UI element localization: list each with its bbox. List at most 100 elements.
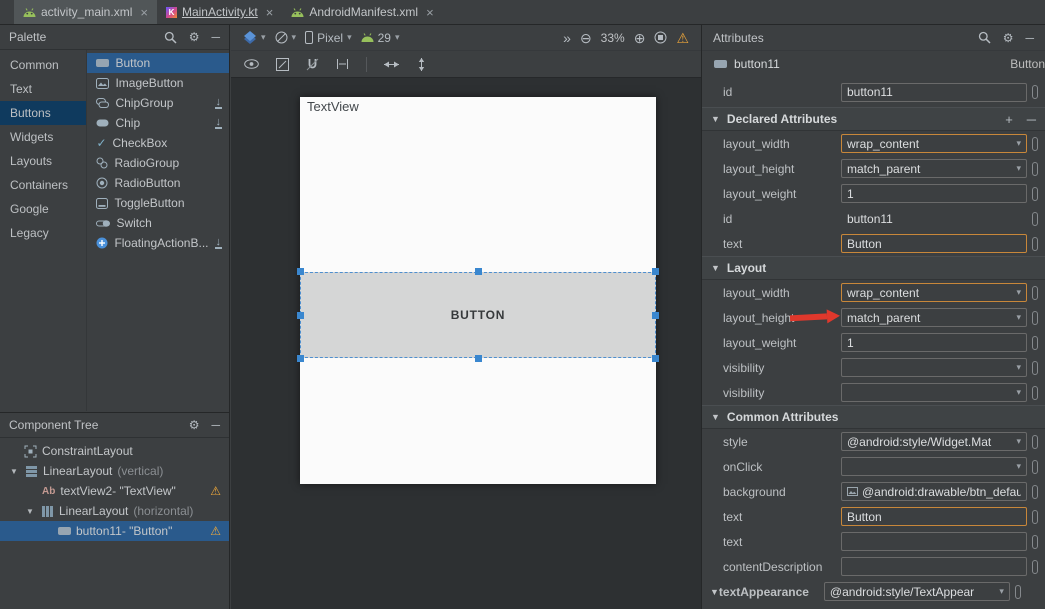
search-icon[interactable] <box>164 31 177 44</box>
content-description-input[interactable] <box>841 557 1027 576</box>
pick-resource-button[interactable] <box>1032 435 1038 449</box>
warnings-button[interactable]: ⚠ <box>676 31 689 45</box>
category-containers[interactable]: Containers <box>0 173 86 197</box>
section-declared-attributes[interactable]: ▼ Declared Attributes + ─ <box>702 107 1045 131</box>
category-common[interactable]: Common <box>0 53 86 77</box>
category-google[interactable]: Google <box>0 197 86 221</box>
minimize-icon[interactable]: ─ <box>1025 32 1034 44</box>
visibility-dropdown[interactable]: ▾ <box>841 358 1027 377</box>
text-input[interactable]: Button <box>841 507 1027 526</box>
section-layout[interactable]: ▼ Layout <box>702 256 1045 280</box>
tab-androidmanifest-xml[interactable]: AndroidManifest.xml × <box>282 0 442 24</box>
selection-handle[interactable] <box>652 312 659 319</box>
palette-item-button[interactable]: Button <box>87 53 229 73</box>
pick-resource-button[interactable] <box>1032 85 1038 99</box>
tree-item-button11[interactable]: button11- "Button" ⚠ <box>0 521 229 541</box>
section-expand-icon[interactable]: ▼ <box>710 587 719 597</box>
text-input[interactable]: Button <box>841 234 1027 253</box>
category-widgets[interactable]: Widgets <box>0 125 86 149</box>
gear-icon[interactable]: ⚙ <box>189 31 200 43</box>
layout-width-dropdown[interactable]: wrap_content ▾ <box>841 134 1027 153</box>
toolbar-overflow-icon[interactable]: » <box>563 31 571 45</box>
palette-item-imagebutton[interactable]: ImageButton <box>87 73 229 93</box>
category-buttons[interactable]: Buttons <box>0 101 86 125</box>
pick-resource-button[interactable] <box>1032 336 1038 350</box>
add-attribute-button[interactable]: + <box>1005 112 1013 127</box>
background-input[interactable]: @android:drawable/btn_defau <box>841 482 1027 501</box>
pick-resource-button[interactable] <box>1032 162 1038 176</box>
pick-resource-button[interactable] <box>1032 510 1038 524</box>
selection-handle[interactable] <box>297 355 304 362</box>
selection-handle[interactable] <box>475 355 482 362</box>
selection-handle[interactable] <box>297 268 304 275</box>
layout-weight-input[interactable]: 1 <box>841 184 1027 203</box>
pick-resource-button[interactable] <box>1032 237 1038 251</box>
default-margins-icon[interactable] <box>336 58 349 70</box>
close-icon[interactable]: × <box>266 6 274 19</box>
autoconnect-magnet-icon[interactable] <box>306 58 319 71</box>
section-common-attributes[interactable]: ▼ Common Attributes <box>702 405 1045 429</box>
textview-widget[interactable]: TextView <box>307 99 359 114</box>
palette-item-checkbox[interactable]: ✓ CheckBox <box>87 133 229 153</box>
pick-resource-button[interactable] <box>1032 212 1038 226</box>
palette-item-chipgroup[interactable]: ChipGroup ↓ <box>87 93 229 113</box>
minimize-icon[interactable]: ─ <box>211 419 220 431</box>
pick-resource-button[interactable] <box>1032 485 1038 499</box>
pick-resource-button[interactable] <box>1032 137 1038 151</box>
design-surface-selector[interactable]: ▾ <box>243 31 266 44</box>
close-icon[interactable]: × <box>426 6 434 19</box>
tree-item-textview2[interactable]: Ab textView2- "TextView" ⚠ <box>0 481 229 501</box>
style-dropdown[interactable]: @android:style/Widget.Mat ▾ <box>841 432 1027 451</box>
layout-height-dropdown[interactable]: match_parent ▾ <box>841 159 1027 178</box>
selection-handle[interactable] <box>652 355 659 362</box>
tools-text-input[interactable] <box>841 532 1027 551</box>
orientation-selector[interactable]: ▾ <box>275 31 297 44</box>
search-icon[interactable] <box>978 31 991 44</box>
id-value[interactable]: button11 <box>841 209 1027 228</box>
palette-item-radiogroup[interactable]: RadioGroup <box>87 153 229 173</box>
selection-handle[interactable] <box>475 268 482 275</box>
palette-item-floatingactionbutton[interactable]: FloatingActionB... ↓ <box>87 233 229 253</box>
zoom-out-button[interactable]: ⊖ <box>580 31 592 45</box>
pick-resource-button[interactable] <box>1032 386 1038 400</box>
textappearance-dropdown[interactable]: @android:style/TextAppear ▾ <box>824 582 1010 601</box>
pick-resource-button[interactable] <box>1032 361 1038 375</box>
pick-resource-button[interactable] <box>1032 311 1038 325</box>
view-options-eye-icon[interactable] <box>244 59 259 69</box>
onclick-dropdown[interactable]: ▾ <box>841 457 1027 476</box>
id-input[interactable]: button11 <box>841 83 1027 102</box>
warning-icon[interactable]: ⚠ <box>210 485 221 497</box>
gear-icon[interactable]: ⚙ <box>189 419 200 431</box>
layout-height-dropdown[interactable]: match_parent ▾ <box>841 308 1027 327</box>
tree-item-linearlayout-horizontal[interactable]: ▼ LinearLayout (horizontal) <box>0 501 229 521</box>
pick-resource-button[interactable] <box>1032 460 1038 474</box>
chevron-down-icon[interactable]: ▼ <box>26 507 36 516</box>
palette-item-switch[interactable]: Switch <box>87 213 229 233</box>
tab-activity-main-xml[interactable]: activity_main.xml × <box>14 0 157 24</box>
clear-constraints-icon[interactable] <box>276 58 289 71</box>
section-expand-icon[interactable]: ▼ <box>711 114 720 124</box>
layout-width-dropdown[interactable]: wrap_content ▾ <box>841 283 1027 302</box>
pick-resource-button[interactable] <box>1032 286 1038 300</box>
palette-item-chip[interactable]: Chip ↓ <box>87 113 229 133</box>
category-layouts[interactable]: Layouts <box>0 149 86 173</box>
device-selector[interactable]: Pixel ▾ <box>305 31 352 45</box>
palette-item-radiobutton[interactable]: RadioButton <box>87 173 229 193</box>
pick-resource-button[interactable] <box>1015 585 1021 599</box>
section-expand-icon[interactable]: ▼ <box>711 412 720 422</box>
zoom-in-button[interactable]: ⊕ <box>634 31 646 45</box>
selection-handle[interactable] <box>652 268 659 275</box>
close-icon[interactable]: × <box>140 6 148 19</box>
tools-visibility-dropdown[interactable]: ▾ <box>841 383 1027 402</box>
gear-icon[interactable]: ⚙ <box>1003 32 1014 44</box>
minimize-icon[interactable]: ─ <box>211 31 220 43</box>
tree-item-linearlayout-vertical[interactable]: ▼ LinearLayout (vertical) <box>0 461 229 481</box>
tree-item-constraintlayout[interactable]: ConstraintLayout <box>0 441 229 461</box>
design-canvas[interactable]: TextView BUTTON <box>300 97 656 484</box>
remove-attribute-button[interactable]: ─ <box>1027 112 1036 127</box>
tab-mainactivity-kt[interactable]: K MainActivity.kt × <box>157 0 282 24</box>
zoom-to-fit-button[interactable] <box>654 31 667 44</box>
pick-resource-button[interactable] <box>1032 187 1038 201</box>
align-distribute-icon[interactable] <box>416 58 427 71</box>
api-level-selector[interactable]: 29 ▾ <box>361 31 400 45</box>
